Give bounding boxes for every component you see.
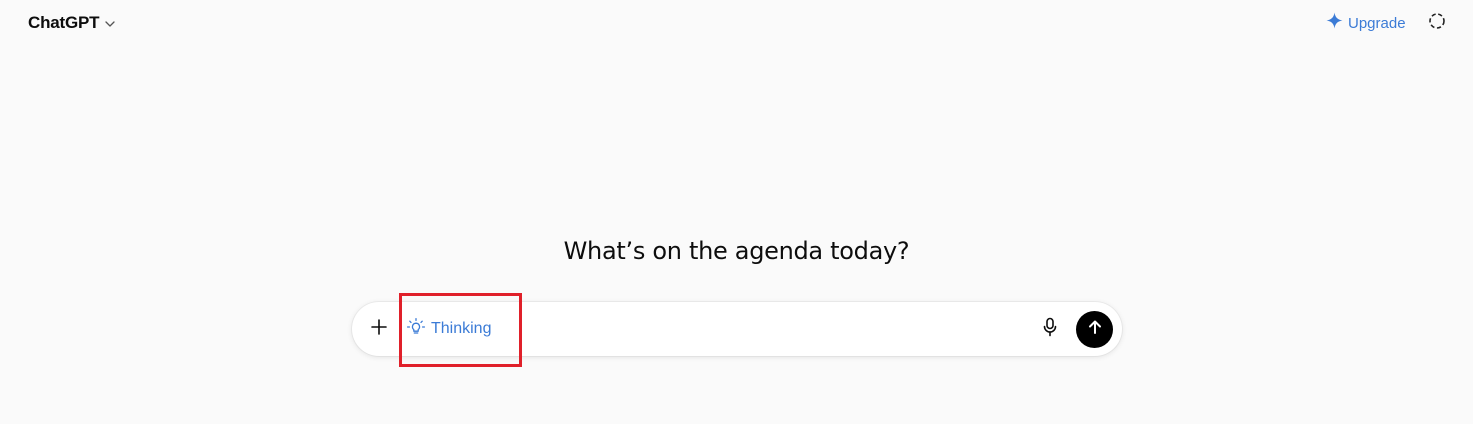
upgrade-label: Upgrade	[1348, 14, 1406, 32]
attach-button[interactable]	[368, 317, 390, 341]
microphone-icon	[1042, 317, 1058, 342]
plus-icon	[371, 318, 387, 340]
voice-input-button[interactable]	[1039, 317, 1061, 341]
lightbulb-icon	[406, 317, 426, 342]
send-button[interactable]	[1076, 311, 1113, 348]
chatgpt-app: ChatGPT Upgrade What’s on the agenda tod…	[0, 0, 1473, 424]
sparkle-icon	[1326, 12, 1343, 34]
temporary-chat-button[interactable]	[1427, 12, 1447, 34]
model-switcher[interactable]: ChatGPT	[28, 12, 116, 34]
prompt-input[interactable]	[527, 316, 1027, 342]
upgrade-button[interactable]: Upgrade	[1326, 12, 1406, 34]
chevron-down-icon	[104, 17, 116, 29]
top-bar: ChatGPT Upgrade	[0, 0, 1473, 46]
temporary-chat-icon	[1428, 12, 1446, 35]
page-headline: What’s on the agenda today?	[563, 237, 910, 265]
model-name: ChatGPT	[28, 13, 100, 32]
prompt-composer: Thinking	[352, 293, 1122, 367]
thinking-label: Thinking	[431, 320, 492, 337]
thinking-tool-chip[interactable]: Thinking	[406, 316, 491, 342]
arrow-up-icon	[1087, 319, 1103, 340]
